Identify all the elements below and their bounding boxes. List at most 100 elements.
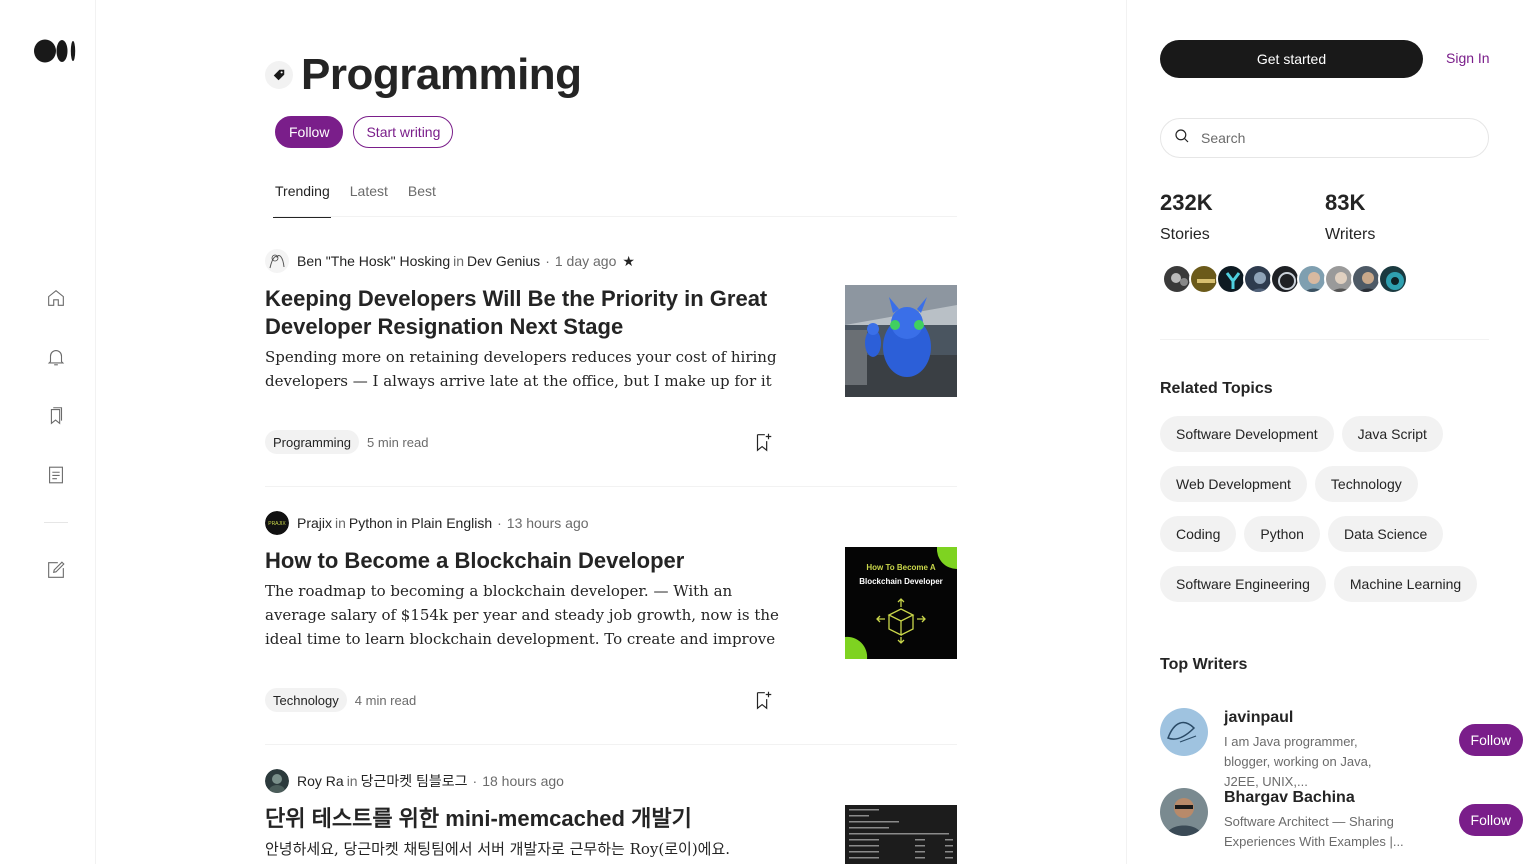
topic-chip[interactable]: Java Script <box>1341 416 1443 452</box>
article-subtitle[interactable]: 안녕하세요, 당근마켓 채팅팀에서 서버 개발자로 근무하는 Roy(로이)에요… <box>265 837 805 861</box>
writer-item: Bhargav Bachina Software Architect — Sha… <box>1160 788 1523 858</box>
sidebar-separator <box>1160 339 1489 340</box>
author-avatar[interactable] <box>265 769 289 793</box>
writer-name[interactable]: javinpaul <box>1224 709 1293 727</box>
article-footer: Technology 4 min read <box>265 688 775 712</box>
avatar[interactable] <box>1216 264 1246 294</box>
article-meta: Roy Ra in 당근마켓 팀블로그 · 18 hours ago <box>265 769 957 793</box>
topic-chip[interactable]: Technology <box>1314 466 1418 502</box>
search-icon <box>1173 127 1191 150</box>
article-thumbnail[interactable]: How To Become A Blockchain Developer <box>845 547 957 659</box>
topic-actions: Follow Start writing <box>275 116 454 148</box>
medium-logo-icon[interactable] <box>34 38 78 64</box>
article-card[interactable]: PRAJIX Prajix in Python in Plain English… <box>265 511 957 712</box>
article-separator <box>265 486 957 487</box>
page-title: Programming <box>301 50 582 99</box>
publication-name[interactable]: Python in Plain English <box>349 515 492 531</box>
start-writing-button[interactable]: Start writing <box>353 116 454 148</box>
avatar[interactable] <box>1162 264 1192 294</box>
thumbnail-caption-2: Blockchain Developer <box>859 577 943 586</box>
article-time: 13 hours ago <box>506 515 589 531</box>
author-avatar[interactable] <box>265 249 289 273</box>
article-thumbnail[interactable] <box>845 805 957 864</box>
publication-name[interactable]: 당근마켓 팀블로그 <box>361 771 468 791</box>
bookmark-add-icon[interactable] <box>751 430 775 454</box>
related-topics-heading: Related Topics <box>1160 380 1273 397</box>
avatar[interactable] <box>1351 264 1381 294</box>
tab-best[interactable]: Best <box>408 174 436 217</box>
tab-latest[interactable]: Latest <box>350 174 388 217</box>
article-tag[interactable]: Programming <box>265 430 360 454</box>
author-name[interactable]: Ben "The Hosk" Hosking <box>297 253 450 269</box>
write-icon[interactable] <box>44 558 68 582</box>
in-label: in <box>346 773 358 789</box>
bell-icon[interactable] <box>44 345 68 369</box>
author-avatar[interactable]: PRAJIX <box>265 511 289 535</box>
topic-chip[interactable]: Software Engineering <box>1160 566 1326 602</box>
stories-label: Stories <box>1160 226 1210 243</box>
author-name[interactable]: Roy Ra <box>297 773 344 789</box>
article-title[interactable]: 단위 테스트를 위한 mini-memcached 개발기 <box>265 805 785 833</box>
rail-divider <box>44 522 68 523</box>
author-name[interactable]: Prajix <box>297 515 332 531</box>
stories-count: 232K <box>1160 190 1213 215</box>
article-tag[interactable]: Technology <box>265 688 347 712</box>
avatar[interactable] <box>1189 264 1219 294</box>
home-icon[interactable] <box>44 286 68 310</box>
writer-bio[interactable]: I am Java programmer, blogger, working o… <box>1224 732 1404 792</box>
search-box[interactable] <box>1160 118 1489 158</box>
left-rail <box>0 0 96 864</box>
svg-text:PRAJIX: PRAJIX <box>268 521 286 527</box>
article-separator <box>265 744 957 745</box>
article-footer: Programming 5 min read <box>265 430 775 454</box>
follow-topic-button[interactable]: Follow <box>275 116 344 148</box>
bookmark-add-icon[interactable] <box>751 688 775 712</box>
avatar[interactable] <box>1378 264 1408 294</box>
topic-chip[interactable]: Web Development <box>1160 466 1307 502</box>
meta-dot: · <box>545 253 550 269</box>
article-title[interactable]: Keeping Developers Will Be the Priority … <box>265 285 785 341</box>
avatar[interactable] <box>1160 788 1208 836</box>
get-started-button[interactable]: Get started <box>1160 40 1423 78</box>
stories-icon[interactable] <box>44 463 68 487</box>
article-card[interactable]: Roy Ra in 당근마켓 팀블로그 · 18 hours ago 단위 테스… <box>265 769 957 864</box>
article-meta: PRAJIX Prajix in Python in Plain English… <box>265 511 957 535</box>
sign-in-link[interactable]: Sign In <box>1446 50 1490 66</box>
avatar[interactable] <box>1160 708 1208 756</box>
avatar[interactable] <box>1270 264 1300 294</box>
article-time: 1 day ago <box>554 253 617 269</box>
topic-chip[interactable]: Python <box>1244 516 1320 552</box>
writer-name[interactable]: Bhargav Bachina <box>1224 789 1355 807</box>
meta-dot: · <box>472 773 478 789</box>
top-writers-heading: Top Writers <box>1160 656 1248 673</box>
writer-avatar-stack <box>1162 264 1408 294</box>
read-time: 4 min read <box>354 692 417 708</box>
thumbnail-caption-1: How To Become A <box>866 563 936 572</box>
writers-count: 83K <box>1325 190 1366 215</box>
writer-bio[interactable]: Software Architect — Sharing Experiences… <box>1224 812 1404 852</box>
avatar[interactable] <box>1297 264 1327 294</box>
article-thumbnail[interactable] <box>845 285 957 397</box>
article-subtitle[interactable]: The roadmap to becoming a blockchain dev… <box>265 579 785 651</box>
feed-tabs: Trending Latest Best <box>273 174 957 218</box>
article-title[interactable]: How to Become a Blockchain Developer <box>265 547 785 575</box>
follow-writer-button[interactable]: Follow <box>1458 804 1523 836</box>
topic-chip[interactable]: Coding <box>1160 516 1237 552</box>
tag-icon <box>265 61 293 89</box>
read-time: 5 min read <box>367 434 429 450</box>
member-star-icon: ★ <box>622 252 635 269</box>
writers-stat: 83K Writers <box>1325 190 1375 244</box>
follow-writer-button[interactable]: Follow <box>1458 724 1523 756</box>
avatar[interactable] <box>1324 264 1354 294</box>
bookmarks-icon[interactable] <box>44 404 68 428</box>
right-sidebar: Get started Sign In 232K Stories 83K Wri… <box>1126 0 1536 864</box>
topic-chip[interactable]: Software Development <box>1160 416 1334 452</box>
publication-name[interactable]: Dev Genius <box>467 253 540 269</box>
topic-chip[interactable]: Data Science <box>1327 516 1444 552</box>
search-input[interactable] <box>1201 130 1471 146</box>
article-card[interactable]: Ben "The Hosk" Hosking in Dev Genius · 1… <box>265 249 957 454</box>
avatar[interactable] <box>1243 264 1273 294</box>
tab-trending[interactable]: Trending <box>273 174 331 218</box>
topic-chip[interactable]: Machine Learning <box>1333 566 1478 602</box>
article-subtitle[interactable]: Spending more on retaining developers re… <box>265 345 785 393</box>
